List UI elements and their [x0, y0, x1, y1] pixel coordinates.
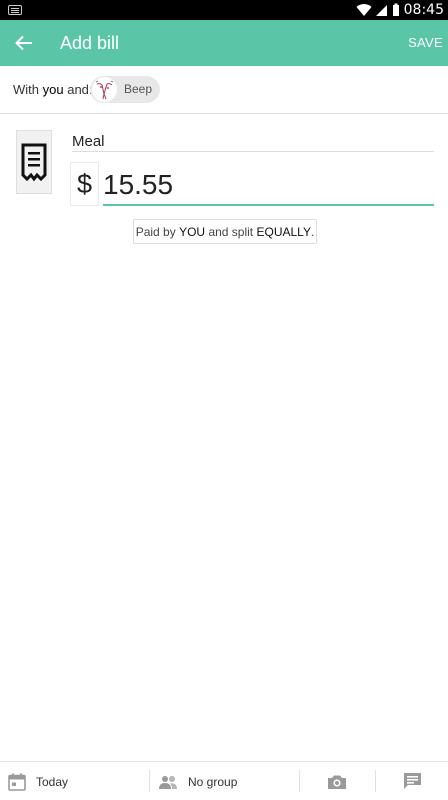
divider	[375, 770, 376, 792]
date-label: Today	[36, 774, 69, 789]
clock: 08:45	[403, 2, 444, 18]
divider	[299, 770, 300, 792]
wifi-icon	[356, 4, 372, 17]
participant-chip[interactable]: Beep	[90, 76, 160, 103]
category-button[interactable]	[16, 130, 52, 194]
notes-button[interactable]	[403, 762, 422, 800]
avatar	[92, 77, 117, 102]
cell-signal-icon	[375, 5, 387, 16]
divider	[149, 770, 150, 792]
amount-input[interactable]	[103, 166, 434, 206]
comment-icon	[404, 773, 421, 789]
description-input[interactable]	[72, 130, 434, 152]
currency-button[interactable]: $	[70, 162, 99, 206]
camera-icon	[328, 775, 346, 789]
camera-button[interactable]	[327, 762, 347, 800]
page-title: Add bill	[60, 33, 120, 53]
keyboard-icon	[8, 5, 22, 15]
bottom-bar: Today No group	[0, 761, 448, 800]
receipt-icon	[21, 143, 47, 181]
participants-row: With you and: Beep	[0, 66, 448, 114]
calendar-icon	[8, 773, 26, 791]
app-bar: Add bill SAVE	[0, 20, 448, 66]
back-button[interactable]	[12, 31, 36, 55]
split-options-button[interactable]: Paid by YOU and split EQUALLY.	[133, 219, 317, 244]
save-button[interactable]: SAVE	[408, 35, 443, 50]
battery-icon	[392, 3, 399, 16]
group-label: No group	[188, 774, 238, 789]
participants-label: With you and:	[13, 82, 93, 97]
arrow-back-icon	[15, 35, 32, 51]
group-button[interactable]: No group	[158, 762, 237, 800]
status-bar: 08:45	[0, 0, 448, 20]
date-button[interactable]: Today	[8, 762, 68, 800]
participant-name: Beep	[124, 82, 153, 96]
group-icon	[159, 775, 177, 789]
